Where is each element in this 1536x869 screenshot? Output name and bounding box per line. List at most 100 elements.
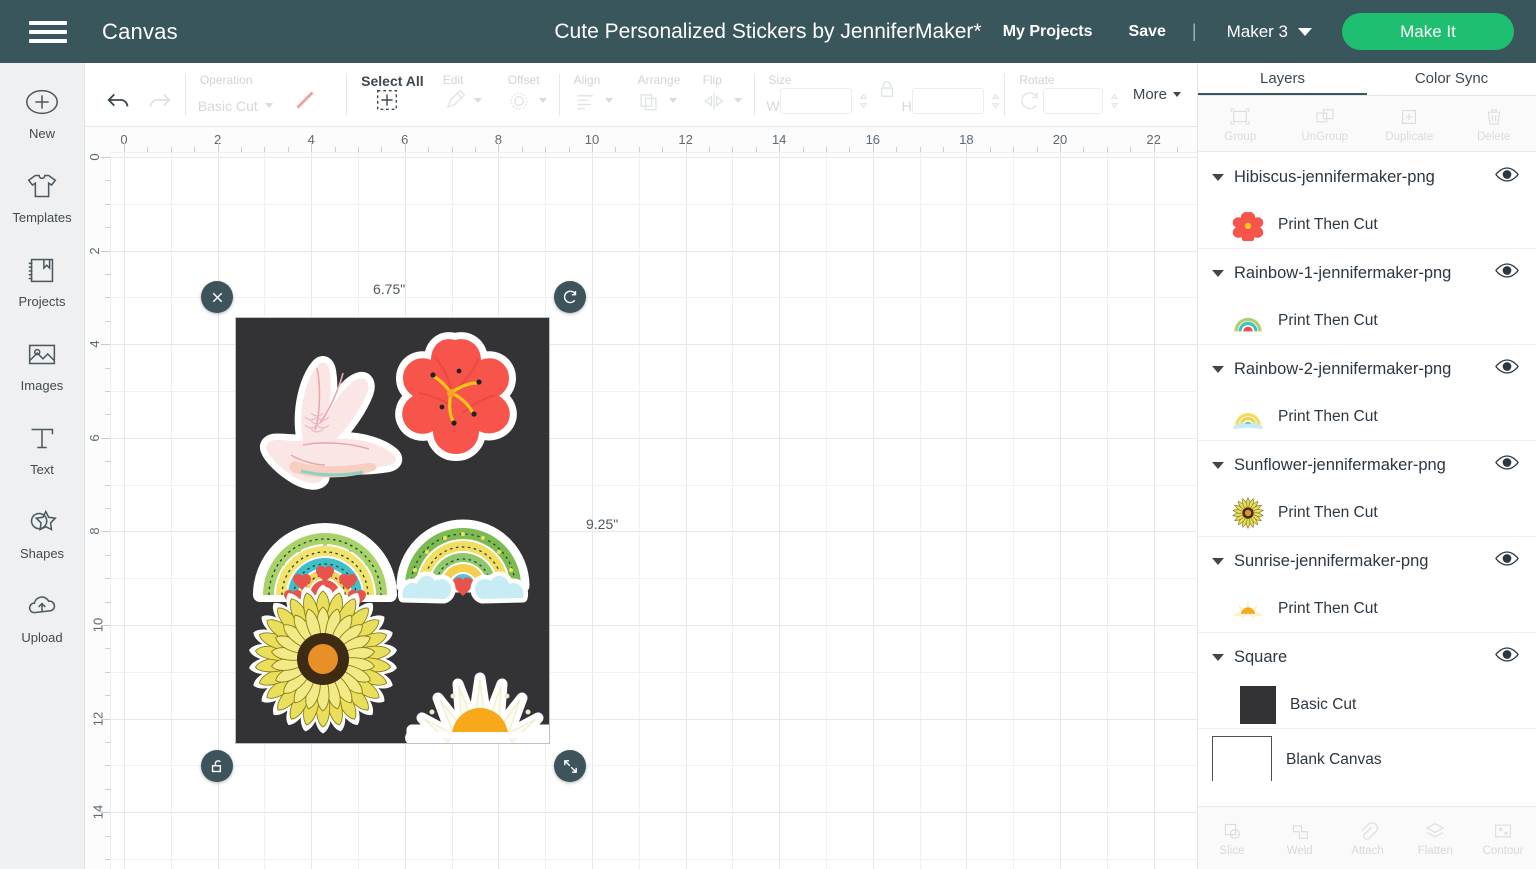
flatten-button[interactable]: Flatten	[1401, 807, 1469, 869]
size-h-input[interactable]	[911, 87, 984, 114]
ruler-tick	[105, 508, 110, 509]
grid-line	[1060, 153, 1061, 869]
sidebar-item-templates[interactable]: Templates	[0, 165, 85, 225]
layer-child-row[interactable]: Print Then Cut	[1198, 201, 1536, 248]
flip-icon[interactable]	[701, 88, 742, 114]
flatten-label: Flatten	[1417, 844, 1453, 857]
weld-label: Weld	[1286, 844, 1313, 857]
blank-canvas-swatch[interactable]	[1212, 736, 1272, 781]
slice-button[interactable]: Slice	[1198, 807, 1266, 869]
rotate-icon[interactable]	[1017, 88, 1043, 114]
layer-child-row[interactable]: Print Then Cut	[1198, 393, 1536, 440]
operation-color-swatch[interactable]	[291, 86, 319, 114]
sidebar-label-shapes: Shapes	[19, 546, 65, 561]
lock-ratio-handle[interactable]	[201, 750, 233, 782]
sidebar-item-images[interactable]: Images	[0, 333, 85, 393]
layer-header[interactable]: Sunrise-jennifermaker-png	[1198, 537, 1536, 585]
ruler-tick	[989, 147, 991, 152]
layer-name: Rainbow-1-jennifermaker-png	[1234, 263, 1452, 282]
blank-canvas-row[interactable]: Blank Canvas	[1198, 729, 1536, 781]
ungroup-button[interactable]: UnGroup	[1283, 96, 1368, 151]
save-button[interactable]: Save	[1111, 23, 1184, 41]
align-icon[interactable]	[572, 88, 613, 114]
arrange-icon[interactable]	[636, 88, 677, 114]
tab-color-sync[interactable]: Color Sync	[1367, 63, 1536, 95]
lock-aspect-icon[interactable]	[878, 79, 896, 99]
layer-child-row[interactable]: Print Then Cut	[1198, 489, 1536, 536]
group-button[interactable]: Group	[1198, 96, 1283, 151]
ruler-v-label: 2	[87, 246, 103, 255]
sidebar-item-text[interactable]: Text	[0, 417, 85, 477]
chevron-down-icon[interactable]	[1212, 173, 1224, 181]
layer-header[interactable]: Rainbow-2-jennifermaker-png	[1198, 345, 1536, 393]
sidebar-item-projects[interactable]: Projects	[0, 249, 85, 309]
chevron-down-icon	[1173, 92, 1182, 97]
visibility-eye-icon[interactable]	[1495, 358, 1521, 380]
ruler-tick	[638, 147, 640, 152]
ruler-tick	[101, 718, 110, 720]
offset-icon[interactable]	[506, 88, 547, 114]
layers-list[interactable]: Hibiscus-jennifermaker-png Print Then Cu…	[1198, 153, 1536, 781]
visibility-eye-icon[interactable]	[1495, 262, 1521, 284]
ungroup-label: UnGroup	[1301, 130, 1349, 143]
size-label: Size	[768, 72, 792, 87]
chevron-down-icon[interactable]	[1212, 653, 1224, 661]
layer-header[interactable]: Sunflower-jennifermaker-png	[1198, 441, 1536, 489]
canvas-label[interactable]: Canvas	[102, 19, 178, 45]
rotate-handle[interactable]	[554, 281, 586, 313]
machine-selector[interactable]: Maker 3	[1205, 22, 1326, 42]
make-it-button[interactable]: Make It	[1342, 13, 1514, 50]
sidebar-item-new[interactable]: New	[0, 81, 85, 141]
rotate-input[interactable]	[1043, 87, 1104, 114]
weld-button[interactable]: Weld	[1266, 807, 1334, 869]
design-space-app: Canvas Cute Personalized Stickers by Jen…	[0, 0, 1536, 869]
ruler-tick	[105, 601, 110, 603]
sidebar-label-text: Text	[30, 462, 54, 477]
resize-handle[interactable]	[554, 750, 586, 782]
layer-header[interactable]: Square	[1198, 633, 1536, 681]
contour-button[interactable]: Contour	[1469, 807, 1536, 869]
chevron-down-icon[interactable]	[1212, 461, 1224, 469]
duplicate-button[interactable]: Duplicate	[1367, 96, 1452, 151]
design-canvas[interactable]: 6.75" 9.25" 0 2 4 6 8 10 12 14 16 18 20 22 0 2 4 6 8 10 1…	[85, 127, 1197, 869]
ruler-tick	[1036, 147, 1038, 152]
group-label: Group	[1224, 130, 1257, 143]
artboard-square[interactable]	[235, 317, 555, 749]
visibility-eye-icon[interactable]	[1495, 550, 1521, 572]
sidebar-item-shapes[interactable]: Shapes	[0, 501, 85, 561]
layer-child-row[interactable]: Print Then Cut	[1198, 297, 1536, 344]
layer-child-label: Print Then Cut	[1278, 311, 1378, 329]
more-button[interactable]: More	[1133, 86, 1182, 103]
size-w-input[interactable]	[779, 87, 852, 114]
grid-line	[919, 153, 921, 869]
redo-icon[interactable]	[145, 86, 173, 114]
ruler-tick	[943, 147, 944, 152]
layer-child-row[interactable]: Basic Cut	[1198, 681, 1536, 728]
visibility-eye-icon[interactable]	[1495, 166, 1521, 188]
hamburger-icon[interactable]	[16, 20, 80, 43]
chevron-down-icon[interactable]	[1212, 557, 1224, 565]
visibility-eye-icon[interactable]	[1495, 646, 1521, 668]
attach-button[interactable]: Attach	[1334, 807, 1402, 869]
sidebar-item-upload[interactable]: Upload	[0, 585, 85, 645]
edit-icon[interactable]	[441, 88, 482, 114]
delete-button[interactable]: Delete	[1452, 96, 1536, 151]
operation-select[interactable]: Basic Cut	[198, 98, 273, 114]
select-all-label[interactable]: Select All	[361, 73, 424, 89]
layer-color-swatch-dark[interactable]	[1240, 685, 1276, 724]
chevron-down-icon[interactable]	[1212, 269, 1224, 277]
sidebar-label-projects: Projects	[18, 294, 66, 309]
chevron-down-icon[interactable]	[1212, 365, 1224, 373]
layer-header[interactable]: Rainbow-1-jennifermaker-png	[1198, 249, 1536, 297]
undo-icon[interactable]	[105, 86, 133, 114]
layer-child-row[interactable]: Print Then Cut	[1198, 585, 1536, 632]
operation-group: Operation Basic Cut	[186, 63, 347, 127]
tab-layers[interactable]: Layers	[1198, 63, 1367, 95]
layer-header[interactable]: Hibiscus-jennifermaker-png	[1198, 153, 1536, 201]
delete-handle[interactable]	[201, 281, 233, 313]
my-projects-button[interactable]: My Projects	[985, 23, 1111, 41]
select-all-icon[interactable]	[373, 86, 401, 114]
flip-label: Flip	[702, 72, 722, 87]
chevron-down-icon	[668, 98, 677, 103]
visibility-eye-icon[interactable]	[1495, 454, 1521, 476]
